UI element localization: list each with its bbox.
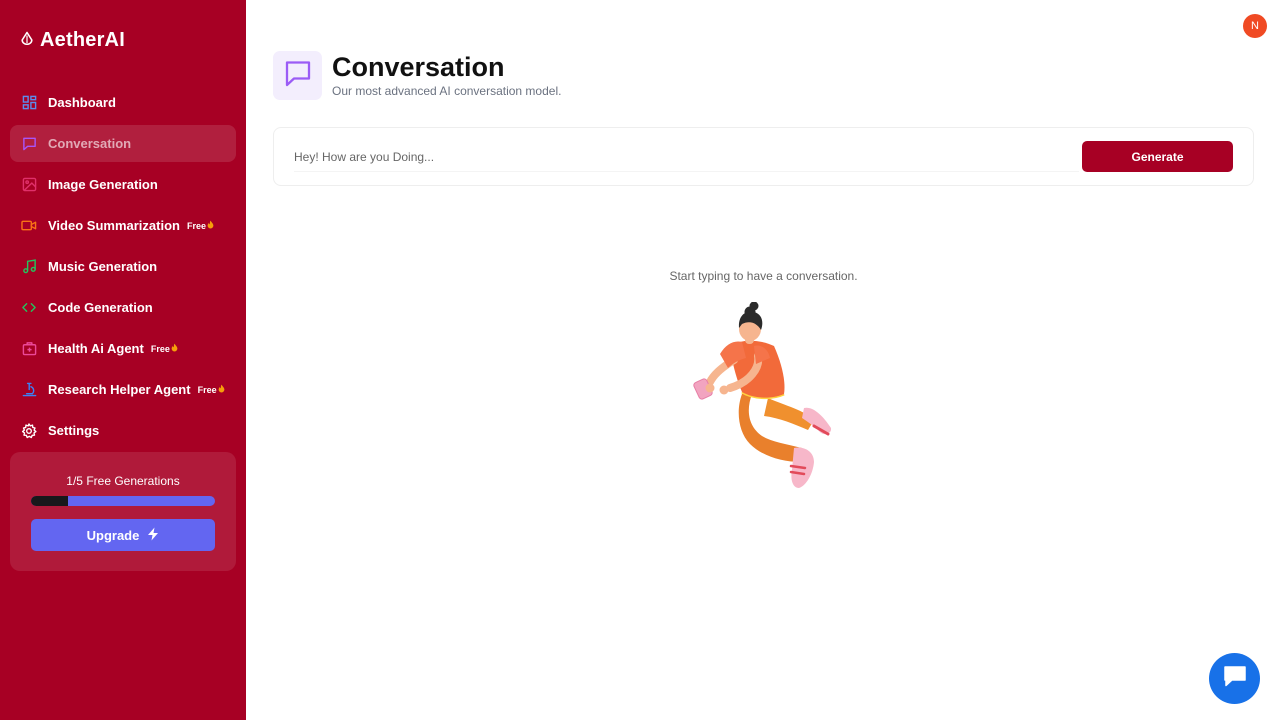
free-generations-count: 1/5 Free Generations <box>66 474 180 488</box>
free-badge: Free <box>187 220 214 231</box>
free-badge: Free <box>198 384 225 395</box>
settings-icon <box>21 422 37 439</box>
sidebar-item-label: Music Generation <box>48 259 158 274</box>
sidebar-nav: Dashboard Conversation Image Generation … <box>10 84 236 453</box>
sidebar-item-label: Code Generation <box>48 300 153 315</box>
sidebar-item-label: Research Helper Agent <box>48 382 191 397</box>
page-title: Conversation <box>332 52 505 82</box>
prompt-input[interactable] <box>294 142 1079 172</box>
sidebar-item-music-generation[interactable]: Music Generation <box>10 248 236 285</box>
logo[interactable]: AetherAI <box>20 29 125 52</box>
medical-bag-icon <box>21 341 37 357</box>
sidebar-item-label: Dashboard <box>48 95 116 110</box>
free-generations-card: 1/5 Free Generations Upgrade <box>10 452 236 571</box>
message-square-icon <box>21 136 37 152</box>
generations-progress-bar <box>31 496 215 506</box>
fire-icon <box>207 220 214 231</box>
code-icon <box>21 300 37 316</box>
sidebar-item-conversation[interactable]: Conversation <box>10 125 236 162</box>
app-name: AetherAI <box>40 29 125 51</box>
empty-state-illustration <box>690 301 835 490</box>
sidebar-item-health-ai-agent[interactable]: Health Ai Agent Free <box>10 330 236 367</box>
upgrade-button[interactable]: Upgrade <box>31 519 215 551</box>
sidebar-item-label: Video Summarization <box>48 218 180 233</box>
chat-bubble-icon <box>1222 664 1248 693</box>
chat-support-button[interactable] <box>1209 653 1260 704</box>
dashboard-icon <box>21 95 37 111</box>
page-subtitle: Our most advanced AI conversation model. <box>332 84 562 98</box>
sidebar: AetherAI Dashboard Conversation Image Ge… <box>0 0 246 720</box>
generate-button[interactable]: Generate <box>1082 141 1233 172</box>
sidebar-item-image-generation[interactable]: Image Generation <box>10 166 236 203</box>
sidebar-item-video-summarization[interactable]: Video Summarization Free <box>10 207 236 244</box>
sidebar-item-code-generation[interactable]: Code Generation <box>10 289 236 326</box>
sidebar-item-label: Image Generation <box>48 177 158 192</box>
conversation-heading-icon-box <box>273 51 322 100</box>
sidebar-item-research-helper-agent[interactable]: Research Helper Agent Free <box>10 371 236 408</box>
empty-state-text: Start typing to have a conversation. <box>669 269 858 283</box>
free-badge: Free <box>151 343 178 354</box>
fire-icon <box>218 384 225 395</box>
lightning-icon <box>147 527 159 544</box>
video-icon <box>21 218 37 234</box>
prompt-form: Generate <box>273 127 1254 186</box>
microscope-icon <box>21 382 37 398</box>
sidebar-item-label: Settings <box>48 423 100 438</box>
image-icon <box>21 177 37 193</box>
message-square-icon <box>283 58 313 93</box>
music-icon <box>21 259 37 275</box>
sidebar-item-settings[interactable]: Settings <box>10 412 236 449</box>
logo-icon <box>20 31 34 50</box>
generations-progress-fill <box>31 496 68 506</box>
sidebar-item-label: Conversation <box>48 136 132 151</box>
user-avatar[interactable]: N <box>1243 14 1267 38</box>
sidebar-item-dashboard[interactable]: Dashboard <box>10 84 236 121</box>
upgrade-button-label: Upgrade <box>86 527 140 543</box>
fire-icon <box>171 343 178 354</box>
sidebar-item-label: Health Ai Agent <box>48 341 144 356</box>
